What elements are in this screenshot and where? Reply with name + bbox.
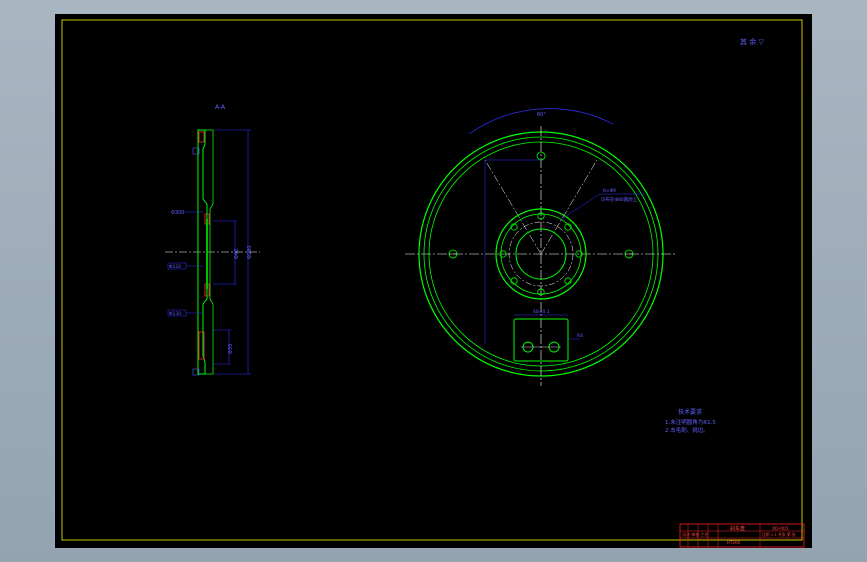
dim-left-2: Φ120 — [169, 264, 181, 270]
technical-requirements: 技术要求 1.未注明圆角为R1.5 2.去毛刺、锐边。 — [665, 408, 716, 434]
tech-line-1: 1.未注明圆角为R1.5 — [665, 418, 716, 426]
dim-right-2: Φ40 — [234, 249, 240, 259]
dim-left-3: Φ130 — [169, 311, 181, 317]
side-view: A-A Φ280 Φ40 Φ35 Φ300 Φ120 Φ130 — [165, 104, 260, 376]
dim-slot-radius: R4 — [577, 333, 583, 339]
tech-line-2: 2.去毛刺、锐边。 — [665, 426, 709, 434]
roughness-note: 其 余 ▽ — [740, 37, 764, 46]
title-company: 设计 审核 工艺 — [682, 531, 709, 537]
dim-left-1: Φ300 — [171, 210, 184, 216]
title-material: HT200 — [727, 540, 741, 545]
tech-title: 技术要求 — [678, 408, 702, 416]
front-view: 60° 6×Φ9 均布在Φ80圆周上 40±0.1 R4 — [405, 108, 677, 386]
hole-callout: 6×Φ9 — [603, 188, 616, 194]
title-drawing-name: 刹车盘 — [730, 525, 745, 532]
title-scale: 比例 1:1 共张 第 张 — [762, 532, 796, 537]
title-block[interactable]: 设计 审核 工艺 刹车盘 HT200 XD-001 比例 1:1 共张 第 张 — [679, 523, 805, 548]
drawing-viewport[interactable]: 其 余 ▽ A-A Φ280 Φ40 Φ35 Φ300 Φ120 Φ130 60… — [55, 14, 812, 548]
hole-callout-2: 均布在Φ80圆周上 — [601, 196, 638, 203]
dim-arc: 60° — [537, 112, 546, 118]
side-view-label: A-A — [215, 104, 226, 111]
dim-right-3: Φ35 — [228, 344, 234, 354]
dim-slot-width: 40±0.1 — [533, 309, 550, 315]
dim-right-1: Φ280 — [247, 246, 253, 259]
cad-drawing: 其 余 ▽ A-A Φ280 Φ40 Φ35 Φ300 Φ120 Φ130 60… — [61, 19, 805, 548]
